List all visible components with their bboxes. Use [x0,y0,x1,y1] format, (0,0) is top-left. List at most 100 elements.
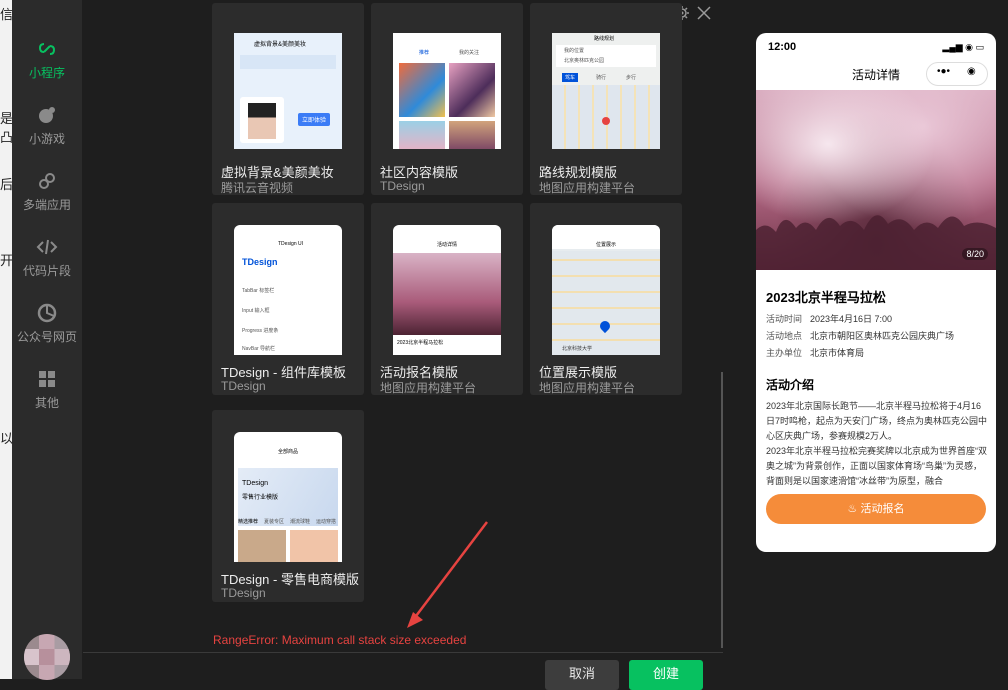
event-description: 2023年北京国际长跑节——北京半程马拉松将于4月16日7时鸣枪，起点为天安门广… [766,399,988,489]
create-button[interactable]: 创建 [629,660,703,690]
sidebar-item-label: 小游戏 [28,132,65,146]
template-subtitle: TDesign [221,379,266,393]
aperture-icon [37,303,57,323]
thumb-tab: 夏装专区 [264,519,285,525]
thumb-caption: 北京科技大学 [562,346,593,352]
template-thumbnail: 活动详情 2023北京半程马拉松 [393,225,501,355]
thumb-title: 位置展示 [596,242,617,248]
sidebar-item-other[interactable]: 其他 [12,368,82,411]
thumb-button: 立即体验 [298,113,331,126]
status-time: 12:00 [768,41,797,53]
divider [83,652,723,653]
thumb-mode: 驾车 [562,73,579,82]
template-subtitle: TDesign [380,179,425,193]
template-thumbnail: 推荐 我的关注 [393,33,501,149]
info-label: 活动时间 [766,314,803,324]
thumb-row: NavBar 导航栏 [242,346,276,352]
sidebar-item-multiplatform[interactable]: 多端应用 [12,170,82,213]
section-title: 活动介绍 [766,378,815,392]
template-card-beauty[interactable]: 虚拟背景&美颜美妆 立即体验 虚拟背景&美颜美妆 腾讯云音视频 [212,3,364,195]
template-subtitle: TDesign [221,586,266,600]
background-window-edge: 信 是凸 后 开 以 [0,0,12,679]
thumb-row: Progress 进度条 [242,328,279,334]
info-label: 主办单位 [766,348,803,358]
template-card-event[interactable]: 活动详情 2023北京半程马拉松 活动报名模版 地图应用构建平台 [371,203,523,395]
crowd-silhouette [756,215,996,270]
more-icon[interactable]: •●• [937,66,950,77]
behind-text: 信 [0,7,12,22]
behind-text: 开 [0,253,12,268]
info-row: 活动时间 2023年4月16日 7:00 [766,312,892,325]
thumb-mode: 骑行 [596,75,607,81]
template-card-community[interactable]: 推荐 我的关注 社区内容模版 TDesign [371,3,523,195]
event-hero-image: 8/20 [756,90,996,270]
info-row: 主办单位 北京市体育局 [766,346,864,359]
template-card-location[interactable]: 位置展示 北京科技大学 位置展示模版 地图应用构建平台 [530,203,682,395]
template-thumbnail: 路线规划 我的位置 北京奥林匹克公园 驾车 骑行 步行 [552,33,660,149]
multi-link-icon [39,173,55,189]
template-card-tdesign-components[interactable]: TDesign UI TDesign TabBar 标签栏 Input 输入框 … [212,203,364,395]
thumb-tab: 精选推荐 [238,519,259,525]
mini-program-capsule[interactable]: •●• ◉ [926,62,988,86]
event-title: 2023北京半程马拉松 [766,290,886,305]
sidebar-item-label: 小程序 [28,66,65,80]
template-thumbnail: 虚拟背景&美颜美妆 立即体验 [234,33,342,149]
thumb-title: 路线规划 [594,36,615,42]
fire-icon: ♨ [847,503,858,515]
thumb-title: 全部商品 [278,449,299,455]
image-counter: 8/20 [962,248,988,260]
template-card-retail[interactable]: 全部商品 TDesign 零售行业模版 精选推荐 夏装专区 潮流球鞋 运动穿搭 … [212,410,364,602]
cancel-button[interactable]: 取消 [545,660,619,690]
behind-text: 是凸 [0,111,12,145]
paragraph: 2023年北京半程马拉松完赛奖牌以北京成为世界首座“双奥之城”为背景创作，正面以… [766,446,988,486]
template-gallery: 虚拟背景&美颜美妆 立即体验 虚拟背景&美颜美妆 腾讯云音视频 推荐 我的关注 … [83,0,723,690]
sidebar-item-snippets[interactable]: 代码片段 [12,236,82,279]
sidebar-item-miniprogram[interactable]: 小程序 [12,38,82,81]
thumb-to: 北京奥林匹克公园 [564,58,605,64]
sidebar-item-label: 多端应用 [22,198,71,212]
info-value: 北京市朝阳区奥林匹克公园庆典广场 [810,331,955,341]
paragraph: 2023年北京国际长跑节——北京半程马拉松将于4月16日7时鸣枪，起点为天安门广… [766,401,988,441]
signup-button[interactable]: ♨ 活动报名 [766,494,986,524]
sidebar-item-official-account[interactable]: 公众号网页 [12,302,82,345]
thumb-tab: 运动穿搭 [316,519,337,525]
thumb-caption: 2023北京半程马拉松 [397,340,444,346]
template-subtitle: 地图应用构建平台 [539,381,636,395]
game-icon [39,107,55,123]
template-card-route[interactable]: 路线规划 我的位置 北京奥林匹克公园 驾车 骑行 步行 路线规划模版 地图应用构… [530,3,682,195]
sidebar-item-minigame[interactable]: 小游戏 [12,104,82,147]
template-thumbnail: 全部商品 TDesign 零售行业模版 精选推荐 夏装专区 潮流球鞋 运动穿搭 [234,432,342,562]
status-icons: ▂▄▆ ◉ ▭ [942,42,984,52]
thumb-tab: 推荐 [419,50,430,56]
thumb-heading: 虚拟背景&美颜美妆 [254,42,307,48]
info-value: 2023年4月16日 7:00 [810,314,893,324]
link-icon [38,43,56,55]
sidebar-item-label: 代码片段 [22,264,71,278]
template-subtitle: 地图应用构建平台 [380,381,477,395]
thumb-tab: 我的关注 [459,50,480,56]
thumb-title: TDesign UI [278,241,304,247]
thumb-from: 我的位置 [564,48,585,54]
sidebar-item-label: 其他 [34,396,59,410]
thumb-title: 活动详情 [437,242,458,248]
thumb-row: Input 输入框 [242,308,270,314]
project-type-sidebar: 小程序 小游戏 多端应用 代码片段 公众号网页 其他 [12,0,82,680]
thumb-row: TabBar 标签栏 [242,288,275,294]
info-value: 北京市体育局 [810,348,865,358]
info-label: 活动地点 [766,331,803,341]
thumb-banner-sub: 零售行业模版 [242,495,279,501]
avatar[interactable] [24,634,70,680]
target-icon[interactable]: ◉ [967,66,976,77]
thumb-mode: 步行 [626,75,637,81]
template-thumbnail: 位置展示 北京科技大学 [552,225,660,355]
close-icon[interactable] [697,6,711,20]
thumb-banner: TDesign [242,480,269,487]
behind-text: 后 [0,177,12,192]
annotation-arrow [407,521,488,628]
grid-icon [39,371,55,387]
thumb-logo: TDesign [242,257,278,267]
info-row: 活动地点 北京市朝阳区奥林匹克公园庆典广场 [766,329,954,342]
template-thumbnail: TDesign UI TDesign TabBar 标签栏 Input 输入框 … [234,225,342,355]
sidebar-item-label: 公众号网页 [16,330,77,344]
template-subtitle: 地图应用构建平台 [539,181,636,195]
